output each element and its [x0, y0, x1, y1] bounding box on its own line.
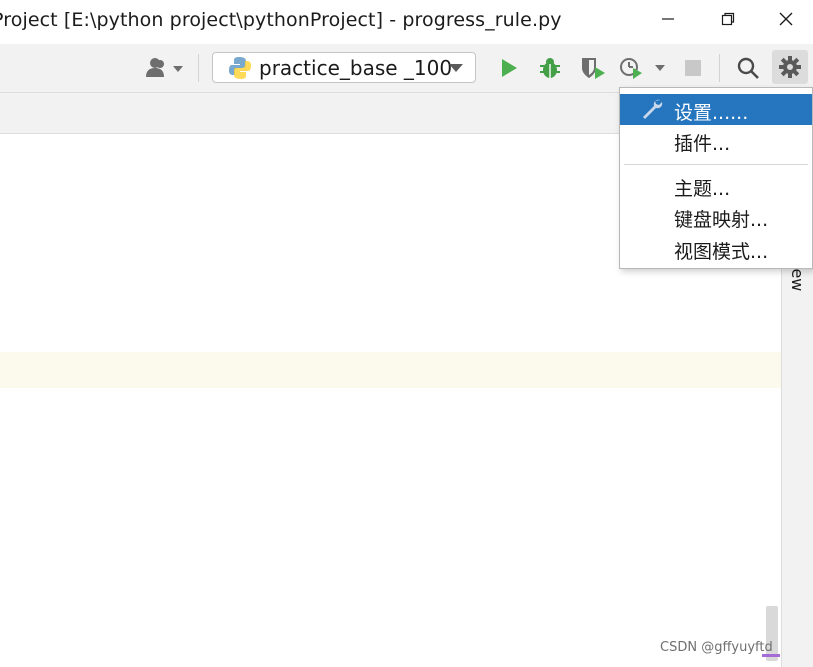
coverage-icon: [582, 58, 605, 79]
debug-icon: [540, 58, 560, 78]
chevron-down-icon: [449, 64, 463, 72]
main-toolbar: practice_base _100: [0, 44, 813, 93]
menu-item-label: 键盘映射...: [674, 209, 769, 231]
python-icon: [229, 57, 251, 79]
menu-item-plugins[interactable]: 插件...: [620, 125, 812, 156]
close-button[interactable]: [758, 0, 813, 38]
user-icon: [146, 58, 183, 77]
window-title: Project [E:\python project\pythonProject…: [0, 9, 562, 31]
restore-button[interactable]: [700, 0, 756, 38]
vcs-user-button[interactable]: [142, 53, 188, 83]
restore-icon: [721, 12, 735, 26]
caret-row-highlight: [0, 352, 781, 388]
stop-icon: [685, 60, 701, 76]
menu-item-keymap[interactable]: 键盘映射...: [620, 201, 812, 232]
search-icon: [737, 57, 759, 79]
run-configuration-label: practice_base _100: [259, 56, 453, 80]
debug-button[interactable]: [534, 53, 566, 83]
menu-item-view-mode[interactable]: 视图模式...: [620, 233, 812, 264]
menu-item-label: 插件...: [674, 133, 731, 155]
stop-button[interactable]: [678, 53, 708, 83]
title-bar: Project [E:\python project\pythonProject…: [0, 0, 813, 44]
menu-item-theme[interactable]: 主题...: [620, 170, 812, 201]
settings-button[interactable]: [772, 50, 808, 84]
search-everywhere-button[interactable]: [732, 53, 764, 83]
run-configuration-select[interactable]: practice_base _100: [212, 52, 476, 83]
minimize-icon: [662, 18, 674, 20]
run-button[interactable]: [494, 53, 524, 83]
menu-item-label: 主题...: [674, 178, 731, 200]
watermark: CSDN @gffyuyftd: [660, 640, 773, 655]
run-with-coverage-button[interactable]: [576, 53, 610, 83]
run-icon: [502, 59, 517, 77]
minimize-button[interactable]: [640, 0, 696, 38]
toolbar-separator: [719, 54, 720, 82]
menu-item-label: 视图模式...: [674, 241, 769, 263]
close-icon: [779, 12, 793, 26]
profile-icon: [620, 58, 665, 79]
profile-button[interactable]: [616, 53, 672, 83]
menu-item-label: 设置......: [674, 102, 749, 124]
gear-icon: [779, 56, 801, 78]
settings-menu: 设置...... 插件... 主题... 键盘映射... 视图模式...: [619, 87, 813, 269]
wrench-icon: [643, 99, 663, 119]
menu-item-settings[interactable]: 设置......: [620, 94, 812, 125]
menu-separator: [624, 164, 808, 165]
toolbar-separator: [198, 54, 199, 82]
